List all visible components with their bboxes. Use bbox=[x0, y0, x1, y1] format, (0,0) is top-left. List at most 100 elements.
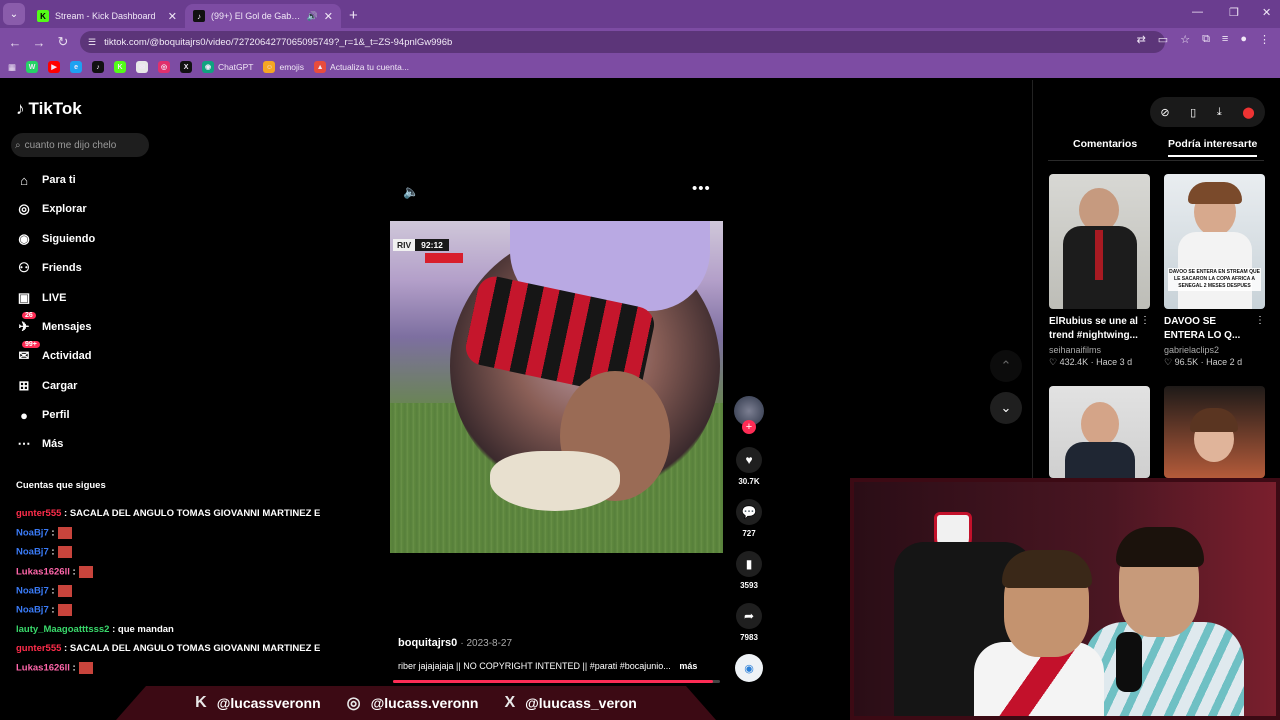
search-input[interactable]: ⌕ cuanto me dijo chelo bbox=[11, 133, 149, 157]
chat-message: Lukas1626ll : bbox=[16, 566, 93, 578]
device-icon[interactable]: ▯ bbox=[1190, 106, 1196, 119]
nav-item-perfil[interactable]: ● Perfil bbox=[16, 407, 69, 423]
nav-item-siguiendo[interactable]: ◉ Siguiendo bbox=[16, 231, 95, 247]
forward-icon[interactable]: → bbox=[27, 35, 51, 50]
tab-search-button[interactable]: ⌄ bbox=[3, 3, 25, 25]
bookmark-emojis[interactable]: ☺ emojis bbox=[263, 61, 304, 73]
chat-text: : bbox=[51, 585, 55, 597]
address-bar[interactable]: ☰ tiktok.com/@boquitajrs0/video/72720642… bbox=[80, 31, 1165, 53]
speaker-icon[interactable]: 🔊 bbox=[307, 11, 318, 22]
bookmark-instagram[interactable]: ◎ bbox=[158, 61, 171, 73]
explore-icon[interactable]: ⊘ bbox=[1160, 106, 1169, 119]
nav-item-actividad[interactable]: ✉ 99+ Actividad bbox=[16, 341, 92, 364]
score-time: 92:12 bbox=[415, 239, 449, 251]
video-player[interactable]: RIV 92:12 bbox=[390, 221, 723, 553]
live-icon: ▣ bbox=[17, 290, 31, 305]
reading-list-icon[interactable]: ≡ bbox=[1222, 33, 1228, 46]
bookmark-kick[interactable]: K bbox=[114, 61, 127, 73]
user-avatar-icon[interactable]: ⬤ bbox=[1242, 106, 1254, 119]
recommendation-author[interactable]: gabrielaclips2 bbox=[1164, 345, 1265, 355]
handle-text: @lucassveronn bbox=[216, 695, 321, 711]
previous-video-button[interactable]: ⌃ bbox=[990, 350, 1022, 382]
nav-item-para-ti[interactable]: ⌂ Para ti bbox=[16, 172, 76, 188]
nav-item-m-s[interactable]: ⋯ Más bbox=[16, 436, 64, 452]
minimize-icon[interactable]: — bbox=[1192, 6, 1203, 18]
comment-button[interactable]: 💬 727 bbox=[734, 499, 764, 538]
bookmark-whatsapp[interactable]: W bbox=[26, 61, 39, 73]
compass-icon: ◎ bbox=[18, 201, 30, 216]
search-icon: ⌕ bbox=[15, 139, 21, 151]
red bbox=[425, 253, 463, 263]
recommendation-card[interactable] bbox=[1049, 386, 1150, 478]
apps-grid-icon[interactable]: ▦ bbox=[8, 62, 16, 73]
bookmark-youtube[interactable]: ▶ bbox=[48, 61, 61, 73]
tab-comments[interactable]: Comentarios bbox=[1073, 138, 1137, 150]
volume-icon[interactable]: 🔈 bbox=[403, 184, 419, 200]
cast-icon[interactable]: ▭ bbox=[1158, 33, 1168, 46]
more-icon: ⋯ bbox=[17, 436, 31, 451]
save-button[interactable]: ▮ 3593 bbox=[734, 551, 764, 590]
chat-username[interactable]: Lukas1626ll bbox=[16, 663, 70, 674]
tab-recommended[interactable]: Podría interesarte bbox=[1168, 138, 1258, 157]
chat-username[interactable]: NoaBj7 bbox=[16, 605, 49, 616]
tiktok-logo[interactable]: ♪ TikTok bbox=[16, 99, 82, 119]
nav-item-explorar[interactable]: ◎ Explorar bbox=[16, 201, 86, 217]
close-window-icon[interactable]: ✕ bbox=[1262, 6, 1271, 19]
restore-icon[interactable]: ❐ bbox=[1229, 6, 1239, 19]
author-avatar-button[interactable]: + bbox=[734, 396, 764, 434]
browser-tab[interactable]: K Stream - Kick Dashboard ✕ bbox=[29, 4, 185, 28]
nav-label: LIVE bbox=[42, 292, 67, 304]
chat-username[interactable]: NoaBj7 bbox=[16, 586, 49, 597]
chat-username[interactable]: Lukas1626ll bbox=[16, 567, 70, 578]
menu-icon[interactable]: ⋮ bbox=[1259, 33, 1270, 46]
bookmark-edge[interactable]: e bbox=[70, 61, 83, 73]
browser-tab-active[interactable]: ♪ (99+) El Gol de Gabigol: River 🔊 ✕ bbox=[185, 4, 341, 28]
nav-item-mensajes[interactable]: ✈ 26 Mensajes bbox=[16, 312, 92, 335]
recommendation-card[interactable]: DAVOO SE ENTERA EN STREAM QUE LE SACARON… bbox=[1164, 174, 1265, 368]
music-disc-button[interactable]: ◉ bbox=[734, 654, 764, 682]
bookmark-mail[interactable]: ✉ bbox=[136, 61, 149, 73]
kick-icon: K bbox=[195, 694, 207, 711]
video-progress-bar[interactable] bbox=[393, 680, 720, 683]
author-name[interactable]: boquitajrs0 bbox=[398, 637, 457, 649]
next-video-button[interactable]: ⌄ bbox=[990, 392, 1022, 424]
handle-text: @luucass_veron bbox=[525, 695, 637, 711]
share-button[interactable]: ➦ 7983 bbox=[734, 603, 764, 642]
new-tab-button[interactable]: + bbox=[349, 7, 358, 24]
bookmark-tiktok[interactable]: ♪ bbox=[92, 61, 105, 73]
bookmark-update[interactable]: ▲ Actualiza tu cuenta... bbox=[314, 61, 409, 73]
bookmark-x[interactable]: X bbox=[180, 61, 193, 73]
bookmark-chatgpt[interactable]: ◉ ChatGPT bbox=[202, 61, 253, 73]
nav-item-live[interactable]: ▣ LIVE bbox=[16, 290, 67, 306]
site-info-icon[interactable]: ☰ bbox=[88, 37, 96, 48]
recommendation-card[interactable] bbox=[1164, 386, 1265, 478]
follow-plus-icon[interactable]: + bbox=[742, 420, 756, 434]
close-tab-icon[interactable]: ✕ bbox=[324, 10, 333, 23]
back-icon[interactable]: ← bbox=[3, 35, 27, 50]
chat-username[interactable]: gunter555 bbox=[16, 508, 61, 519]
extensions-icon[interactable]: ⧉ bbox=[1202, 33, 1210, 46]
recommendation-card[interactable]: ElRubius se une al trend #nightwing... ⋮ … bbox=[1049, 174, 1150, 368]
more-link[interactable]: más bbox=[679, 661, 697, 671]
following-icon: ◉ bbox=[18, 231, 30, 246]
nav-item-friends[interactable]: ⚇ Friends bbox=[16, 260, 82, 276]
video-author[interactable]: boquitajrs0 · 2023-8-27 bbox=[398, 637, 512, 649]
like-button[interactable]: ♥ 30.7K bbox=[734, 447, 764, 486]
reload-icon[interactable]: ↻ bbox=[51, 34, 75, 50]
chat-username[interactable]: NoaBj7 bbox=[16, 528, 49, 539]
nav-label: Actividad bbox=[42, 350, 92, 362]
nav-item-cargar[interactable]: ⊞ Cargar bbox=[16, 378, 78, 394]
chat-username[interactable]: NoaBj7 bbox=[16, 547, 49, 558]
chat-username[interactable]: lauty_Maagoatttsss2 bbox=[16, 624, 109, 635]
rp-tab-line bbox=[1048, 160, 1264, 161]
video-options-icon[interactable]: ••• bbox=[692, 180, 711, 197]
translate-icon[interactable]: ⇄ bbox=[1137, 33, 1146, 46]
download-icon[interactable]: ⤓ bbox=[1217, 106, 1222, 119]
kebab-icon[interactable]: ⋮ bbox=[1255, 315, 1265, 343]
recommendation-author[interactable]: seihanaifilms bbox=[1049, 345, 1150, 355]
chat-username[interactable]: gunter555 bbox=[16, 643, 61, 654]
kebab-icon[interactable]: ⋮ bbox=[1140, 315, 1150, 343]
close-tab-icon[interactable]: ✕ bbox=[168, 10, 177, 23]
bookmark-star-icon[interactable]: ☆ bbox=[1180, 33, 1190, 46]
profile-avatar-icon[interactable]: ● bbox=[1240, 33, 1247, 46]
